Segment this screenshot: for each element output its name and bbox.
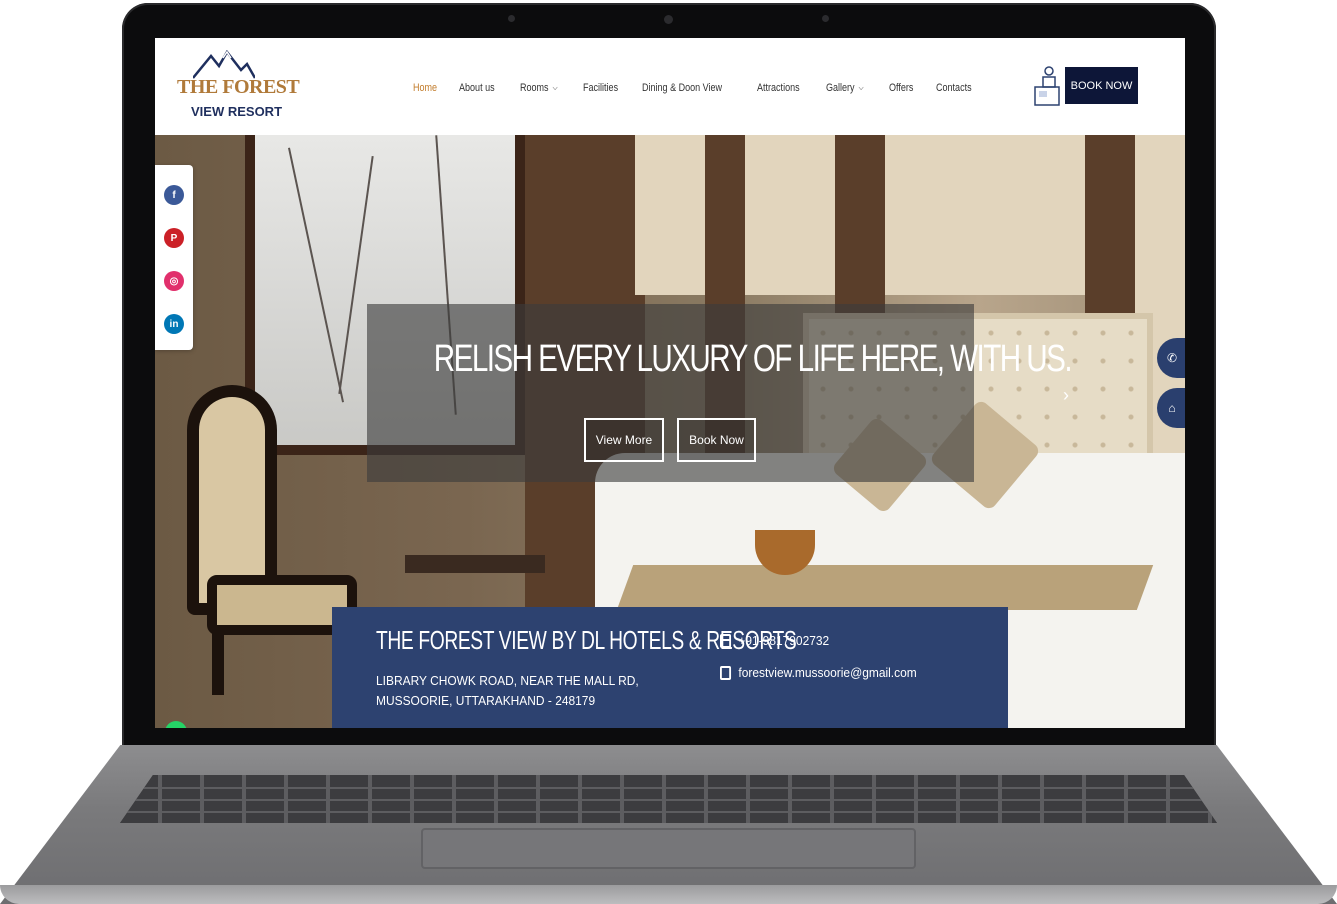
linkedin-icon[interactable]: in xyxy=(164,314,184,334)
nav-about-us[interactable]: About us xyxy=(459,82,495,94)
view-more-button[interactable]: View More xyxy=(584,418,664,462)
social-sidebar: f P ◎ in xyxy=(155,165,193,350)
trackpad xyxy=(421,828,916,869)
instagram-icon[interactable]: ◎ xyxy=(164,271,184,291)
laptop-edge xyxy=(0,885,1337,904)
nav-offers[interactable]: Offers xyxy=(889,82,913,94)
browser-screen: THE FOREST VIEW RESORT Home About us Roo… xyxy=(155,38,1185,728)
reception-desk-icon xyxy=(1034,66,1060,106)
book-now-hero-button[interactable]: Book Now xyxy=(677,418,756,462)
hero-caption-box: RELISH EVERY LUXURY OF LIFE HERE, WITH U… xyxy=(367,304,1073,482)
nav-rooms[interactable]: Rooms ⌵ xyxy=(520,82,558,94)
hotel-address: LIBRARY CHOWK ROAD, NEAR THE MALL RD, MU… xyxy=(376,673,639,708)
logo-text-bottom: VIEW RESORT xyxy=(191,104,283,119)
side-table xyxy=(405,555,545,573)
sensor-dot xyxy=(822,15,829,22)
site-header: THE FOREST VIEW RESORT Home About us Roo… xyxy=(155,38,1185,135)
laptop-frame: THE FOREST VIEW RESORT Home About us Roo… xyxy=(0,0,1337,904)
logo-text-top: THE FOREST xyxy=(177,76,300,98)
phone-icon xyxy=(720,633,732,648)
keyboard xyxy=(120,775,1217,823)
nav-facilities[interactable]: Facilities xyxy=(583,82,618,94)
chevron-down-icon: ⌵ xyxy=(858,83,864,92)
book-now-button[interactable]: BOOK NOW xyxy=(1065,67,1138,104)
whatsapp-icon[interactable] xyxy=(165,721,187,728)
main-nav: Home About us Rooms ⌵ Facilities Dining &… xyxy=(413,82,996,94)
facebook-icon[interactable]: f xyxy=(164,185,184,205)
nav-contacts[interactable]: Contacts xyxy=(936,82,972,94)
hotel-info-card: THE FOREST VIEW BY DL HOTELS & RESORTS L… xyxy=(332,607,1008,728)
nav-dining[interactable]: Dining & Doon View xyxy=(642,82,722,94)
hero-title: RELISH EVERY LUXURY OF LIFE HERE, WITH U… xyxy=(433,338,1073,380)
phone-link[interactable]: +91-9817902732 xyxy=(720,633,829,648)
email-address: forestview.mussoorie@gmail.com xyxy=(738,665,917,680)
nav-gallery[interactable]: Gallery ⌵ xyxy=(826,82,864,94)
slider-next-icon[interactable]: › xyxy=(1063,385,1069,406)
phone-number: +91-9817902732 xyxy=(738,633,830,648)
nav-home[interactable]: Home xyxy=(413,82,437,94)
laptop-base xyxy=(0,745,1337,904)
nav-attractions[interactable]: Attractions xyxy=(757,82,800,94)
webcam xyxy=(664,15,673,24)
pinterest-icon[interactable]: P xyxy=(164,228,184,248)
hero-slider: RELISH EVERY LUXURY OF LIFE HERE, WITH U… xyxy=(155,135,1185,728)
email-icon xyxy=(720,665,732,680)
sensor-dot xyxy=(508,15,515,22)
site-logo[interactable]: THE FOREST VIEW RESORT xyxy=(175,48,300,128)
chevron-down-icon: ⌵ xyxy=(552,83,558,92)
email-link[interactable]: forestview.mussoorie@gmail.com xyxy=(720,665,917,680)
